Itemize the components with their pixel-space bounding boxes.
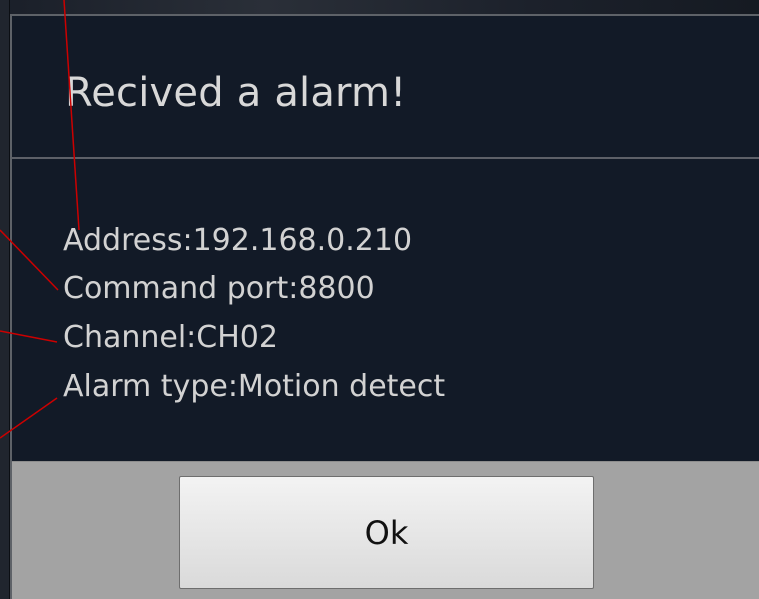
dialog-button-bar: Ok (12, 461, 759, 599)
alarm-dialog: Recived a alarm! Address:192.168.0.210 C… (10, 14, 759, 599)
dialog-message: Address:192.168.0.210 Command port:8800 … (12, 159, 759, 461)
address-text: Address:192.168.0.210 (63, 223, 413, 258)
background-app-edge (0, 0, 10, 599)
dialog-title: Recived a alarm! (65, 70, 407, 116)
ok-button[interactable]: Ok (179, 476, 594, 589)
channel-text: Channel:CH02 (63, 320, 278, 355)
command-port-text: Command port:8800 (63, 271, 375, 306)
screen: Recived a alarm! Address:192.168.0.210 C… (0, 0, 759, 599)
alarm-type-text: Alarm type:Motion detect (63, 369, 446, 404)
background-app (0, 0, 759, 14)
dialog-title-area: Recived a alarm! (12, 16, 759, 159)
